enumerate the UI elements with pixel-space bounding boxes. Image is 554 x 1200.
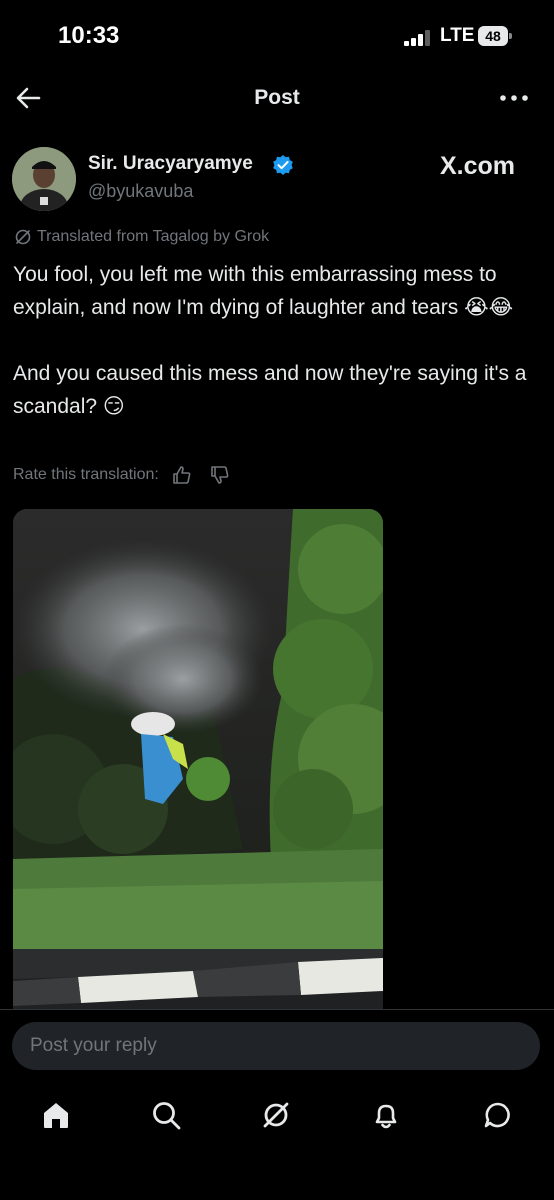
reply-placeholder: Post your reply [30, 1035, 157, 1056]
battery-icon: 48 [478, 26, 512, 46]
thumbs-down-icon[interactable] [209, 464, 231, 486]
grok-icon [263, 1102, 289, 1128]
post-paragraph: And you caused this mess and now they're… [13, 362, 527, 418]
battery-percent: 48 [485, 28, 501, 44]
verified-badge-icon [273, 155, 293, 175]
more-horizontal-icon[interactable] [498, 88, 530, 108]
search-icon [153, 1102, 181, 1130]
status-time: 10:33 [58, 22, 120, 49]
author-handle[interactable]: @byukavuba [88, 181, 193, 202]
rate-label: Rate this translation: [13, 466, 159, 483]
bell-icon [375, 1104, 397, 1129]
post-body: You fool, you left me with this embarras… [13, 258, 543, 423]
post-video[interactable] [13, 509, 383, 1009]
chat-icon [484, 1102, 510, 1128]
nav-search[interactable] [146, 1095, 186, 1135]
avatar[interactable] [12, 147, 76, 211]
nav-home[interactable] [36, 1095, 76, 1135]
signal-icon [404, 30, 430, 46]
translation-note: Translated from Tagalog by Grok [14, 228, 269, 246]
thumbs-up-icon[interactable] [171, 464, 193, 486]
post-paragraph: You fool, you left me with this embarras… [13, 263, 514, 319]
rate-translation: Rate this translation: [13, 464, 231, 486]
nav-notifications[interactable] [366, 1095, 406, 1135]
author-name[interactable]: Sir. Uracyaryamye [88, 153, 253, 175]
grok-icon [15, 229, 31, 245]
home-icon [44, 1103, 68, 1128]
divider [0, 1009, 554, 1010]
source-watermark: X.com [440, 152, 516, 180]
reply-input[interactable]: Post your reply [12, 1022, 540, 1070]
page-title: Post [254, 86, 300, 109]
network-label: LTE [440, 25, 475, 46]
nav-grok[interactable] [256, 1095, 296, 1135]
nav-messages[interactable] [478, 1095, 518, 1135]
translation-note-text: Translated from Tagalog by Grok [37, 228, 270, 245]
